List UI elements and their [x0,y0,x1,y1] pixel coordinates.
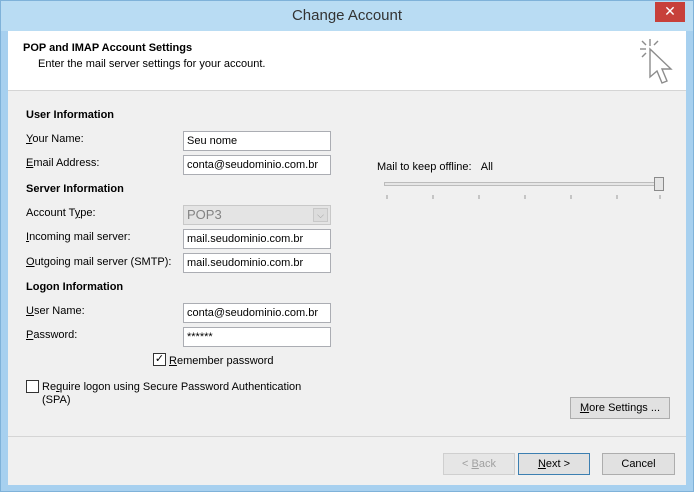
header-title: POP and IMAP Account Settings [23,42,193,54]
user-name-input[interactable]: conta@seudominio.com.br [183,303,331,323]
slider-ticks [386,195,661,199]
your-name-input[interactable]: Seu nome [183,131,331,151]
title-bar[interactable]: Change Account ✕ [1,1,693,31]
dialog-body: POP and IMAP Account Settings Enter the … [8,31,686,485]
password-input[interactable]: ****** [183,327,331,347]
email-address-label: Email Address: [26,157,100,169]
back-button[interactable]: < Back [443,453,515,475]
window-title: Change Account [291,7,403,24]
outgoing-server-input[interactable]: mail.seudominio.com.br [183,253,331,273]
user-info-heading: User Information [26,109,115,121]
spa-label[interactable]: Require logon using Secure Password Auth… [42,381,301,407]
remember-password-label[interactable]: Remember password [169,355,274,367]
remember-password-checkbox[interactable]: ✓ [153,353,166,366]
outgoing-server-label: Outgoing mail server (SMTP): [26,256,172,268]
your-name-label: Your Name: [26,133,84,145]
offline-value: All [480,161,493,173]
offline-slider-thumb[interactable] [654,177,664,191]
next-button[interactable]: Next > [518,453,590,475]
close-button[interactable]: ✕ [655,2,685,22]
logon-info-heading: Logon Information [26,281,124,293]
password-label: Password: [26,329,78,341]
user-name-label: User Name: [26,305,85,317]
footer-divider [8,436,686,437]
cancel-button[interactable]: Cancel [602,453,675,475]
cursor-click-icon [640,39,673,84]
account-type-value: POP3 [187,207,222,222]
chevron-down-icon: ⌵ [313,208,328,222]
dialog-header: POP and IMAP Account Settings Enter the … [8,31,686,91]
incoming-server-label: Incoming mail server: [26,231,131,243]
offline-label: Mail to keep offline: All [377,161,493,173]
incoming-server-input[interactable]: mail.seudominio.com.br [183,229,331,249]
email-address-input[interactable]: conta@seudominio.com.br [183,155,331,175]
spa-checkbox[interactable] [26,380,39,393]
change-account-window: Change Account ✕ POP and IMAP Account Se… [0,0,694,492]
server-info-heading: Server Information [26,183,124,195]
header-subtitle: Enter the mail server settings for your … [38,58,266,70]
more-settings-button[interactable]: More Settings ... [570,397,670,419]
account-type-label: Account Type: [26,207,96,219]
offline-slider-track[interactable] [384,182,664,186]
account-type-select[interactable]: POP3 ⌵ [183,205,331,225]
